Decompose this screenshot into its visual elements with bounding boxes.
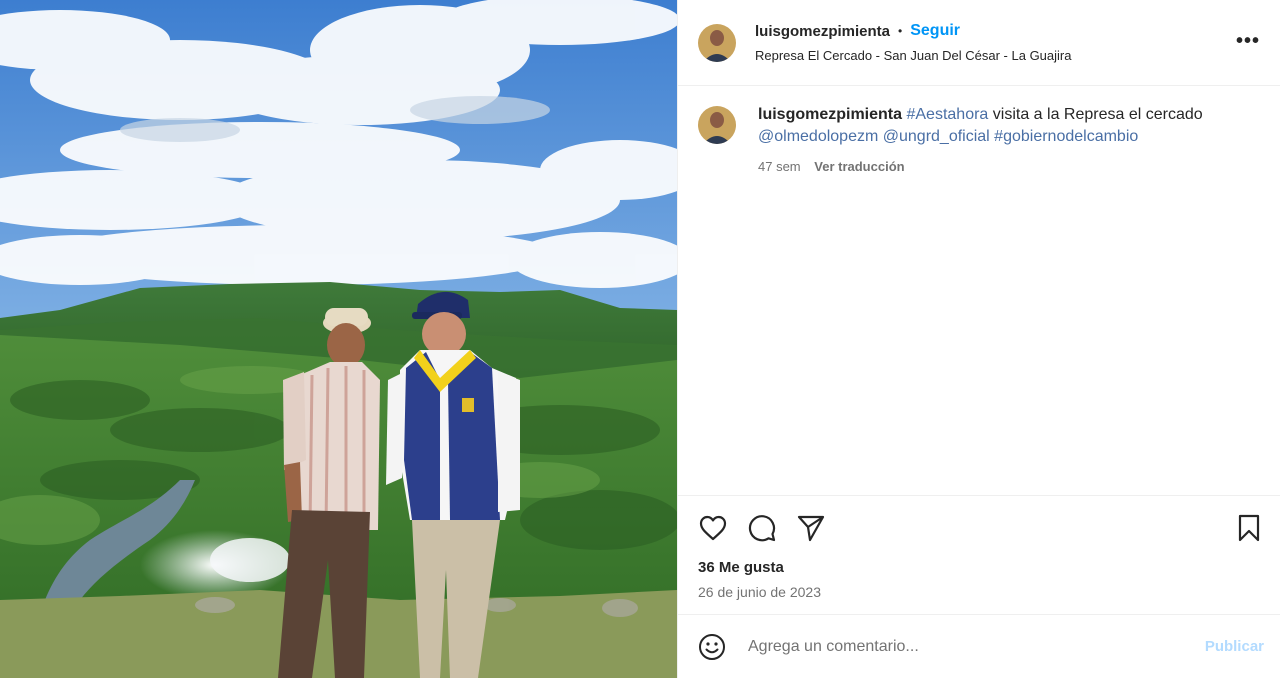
hashtag-aestahora[interactable]: #Aestahora: [906, 106, 988, 123]
post-header: luisgomezpimienta • Seguir Represa El Ce…: [678, 0, 1280, 86]
caption: luisgomezpimienta #Aestahora visita a la…: [698, 104, 1260, 178]
publish-button[interactable]: Publicar: [1205, 638, 1264, 655]
caption-username[interactable]: luisgomezpimienta: [758, 106, 902, 123]
comment-input[interactable]: [746, 636, 1205, 657]
caption-meta: 47 sem Ver traducción: [758, 156, 1203, 178]
instagram-post: luisgomezpimienta • Seguir Represa El Ce…: [0, 0, 1280, 678]
comment-composer: Publicar: [678, 614, 1280, 678]
action-bar: 36 Me gusta 26 de junio de 2023: [678, 496, 1280, 600]
comments-section: luisgomezpimienta #Aestahora visita a la…: [678, 86, 1280, 496]
caption-text: luisgomezpimienta #Aestahora visita a la…: [758, 104, 1203, 148]
photo-scene: [0, 0, 677, 678]
like-count[interactable]: 36 Me gusta: [698, 559, 1264, 576]
author-line: luisgomezpimienta • Seguir: [755, 22, 1071, 40]
post-photo[interactable]: [0, 0, 677, 678]
share-icon[interactable]: [796, 513, 826, 543]
emoji-icon[interactable]: [698, 633, 726, 661]
mention-ungrd-oficial[interactable]: @ungrd_oficial: [883, 128, 990, 145]
action-icons: [698, 510, 1264, 546]
translate-button[interactable]: Ver traducción: [814, 159, 904, 174]
caption-sentence: visita a la Represa el cercado: [988, 106, 1203, 123]
post-sidebar: luisgomezpimienta • Seguir Represa El Ce…: [677, 0, 1280, 678]
heart-icon[interactable]: [698, 513, 728, 543]
location-link[interactable]: Represa El Cercado - San Juan Del César …: [755, 48, 1071, 63]
hashtag-gobiernodelcambio[interactable]: #gobiernodelcambio: [994, 128, 1138, 145]
author-info: luisgomezpimienta • Seguir Represa El Ce…: [755, 22, 1071, 63]
comment-icon[interactable]: [747, 513, 777, 543]
post-age[interactable]: 47 sem: [758, 159, 801, 174]
post-date[interactable]: 26 de junio de 2023: [698, 584, 1264, 600]
caption-body: luisgomezpimienta #Aestahora visita a la…: [758, 104, 1203, 178]
mention-olmedolopezm[interactable]: @olmedolopezm: [758, 128, 878, 145]
separator-dot: •: [898, 24, 903, 38]
author-avatar[interactable]: [698, 23, 736, 62]
author-username[interactable]: luisgomezpimienta: [755, 23, 890, 40]
caption-avatar[interactable]: [698, 106, 736, 144]
more-options-icon[interactable]: •••: [1236, 31, 1260, 51]
bookmark-icon[interactable]: [1234, 513, 1264, 543]
follow-button[interactable]: Seguir: [910, 22, 960, 40]
